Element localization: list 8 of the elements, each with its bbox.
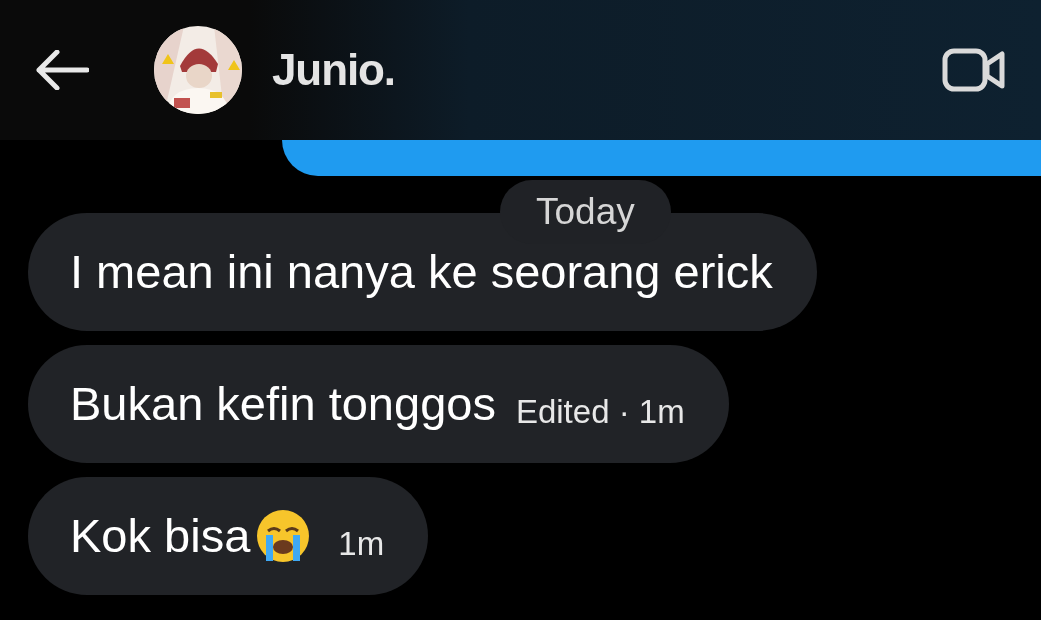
message-text: I mean ini nanya ke seorang erick xyxy=(70,243,773,300)
message-text: Bukan kefin tonggos xyxy=(70,375,496,432)
back-arrow-icon[interactable] xyxy=(35,50,89,90)
message-text: Kok bisa xyxy=(70,507,251,564)
video-camera-icon[interactable] xyxy=(942,46,1006,94)
message-meta: Edited · 1m xyxy=(515,391,685,432)
contact-name[interactable]: Junio. xyxy=(272,37,395,103)
message-meta: 1m xyxy=(338,523,385,564)
